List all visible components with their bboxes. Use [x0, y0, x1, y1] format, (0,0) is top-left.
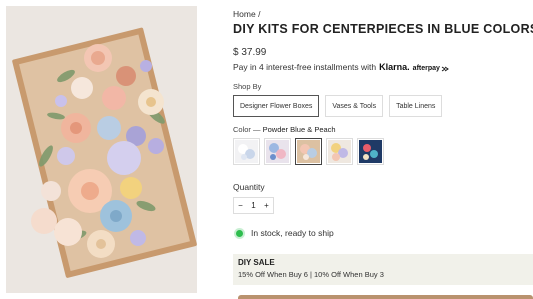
- color-swatch-blue-pink[interactable]: [264, 138, 291, 165]
- quantity-stepper: − 1 +: [233, 197, 274, 214]
- sale-banner: DIY SALE 15% Off When Buy 6 | 10% Off Wh…: [233, 254, 533, 285]
- color-selected-value: Powder Blue & Peach: [262, 125, 336, 134]
- color-label-text: Color: [233, 125, 251, 134]
- breadcrumb-home-link[interactable]: Home: [233, 9, 256, 19]
- breadcrumb: Home /: [233, 9, 260, 19]
- afterpay-arrows-icon: [441, 66, 449, 71]
- quantity-label: Quantity: [233, 182, 265, 192]
- color-swatch-navy-floral[interactable]: [357, 138, 384, 165]
- product-title: DIY KITS FOR CENTERPIECES IN BLUE COLORS: [233, 22, 533, 36]
- sale-description: 15% Off When Buy 6 | 10% Off When Buy 3: [238, 270, 384, 279]
- color-swatch-pastel-mix[interactable]: [326, 138, 353, 165]
- shop-by-vases-tools-button[interactable]: Vases & Tools: [325, 95, 384, 117]
- quantity-increase-button[interactable]: +: [260, 201, 273, 210]
- shop-by-designer-flower-boxes-button[interactable]: Designer Flower Boxes: [233, 95, 320, 117]
- installments-text: Pay in 4 interest-free installments with: [233, 62, 377, 72]
- add-to-cart-button-edge[interactable]: [238, 295, 533, 299]
- color-swatch-white-blue[interactable]: [233, 138, 260, 165]
- product-image[interactable]: [6, 6, 197, 293]
- color-label-separator: —: [253, 125, 261, 134]
- stock-status: In stock, ready to ship: [236, 228, 334, 238]
- in-stock-dot-icon: [236, 229, 243, 237]
- shop-by-label: Shop By: [233, 82, 262, 91]
- sale-title: DIY SALE: [238, 258, 275, 267]
- breadcrumb-separator: /: [258, 9, 261, 19]
- stock-status-text: In stock, ready to ship: [251, 228, 334, 238]
- afterpay-logo[interactable]: afterpay: [413, 65, 449, 72]
- product-price: $ 37.99: [233, 47, 267, 58]
- klarna-logo[interactable]: Klarna.: [379, 62, 410, 72]
- color-swatch-powder-blue-peach[interactable]: [295, 138, 322, 165]
- quantity-decrease-button[interactable]: −: [234, 201, 247, 210]
- shop-by-table-linens-button[interactable]: Table Linens: [389, 95, 443, 117]
- installments-info: Pay in 4 interest-free installments with…: [233, 62, 449, 72]
- flower-box-photo: [6, 6, 197, 293]
- quantity-input[interactable]: 1: [247, 201, 260, 210]
- color-label: Color — Powder Blue & Peach: [233, 125, 336, 134]
- shop-by-options: Designer Flower Boxes Vases & Tools Tabl…: [233, 95, 443, 117]
- color-swatches: [233, 138, 384, 165]
- afterpay-label: afterpay: [412, 65, 440, 72]
